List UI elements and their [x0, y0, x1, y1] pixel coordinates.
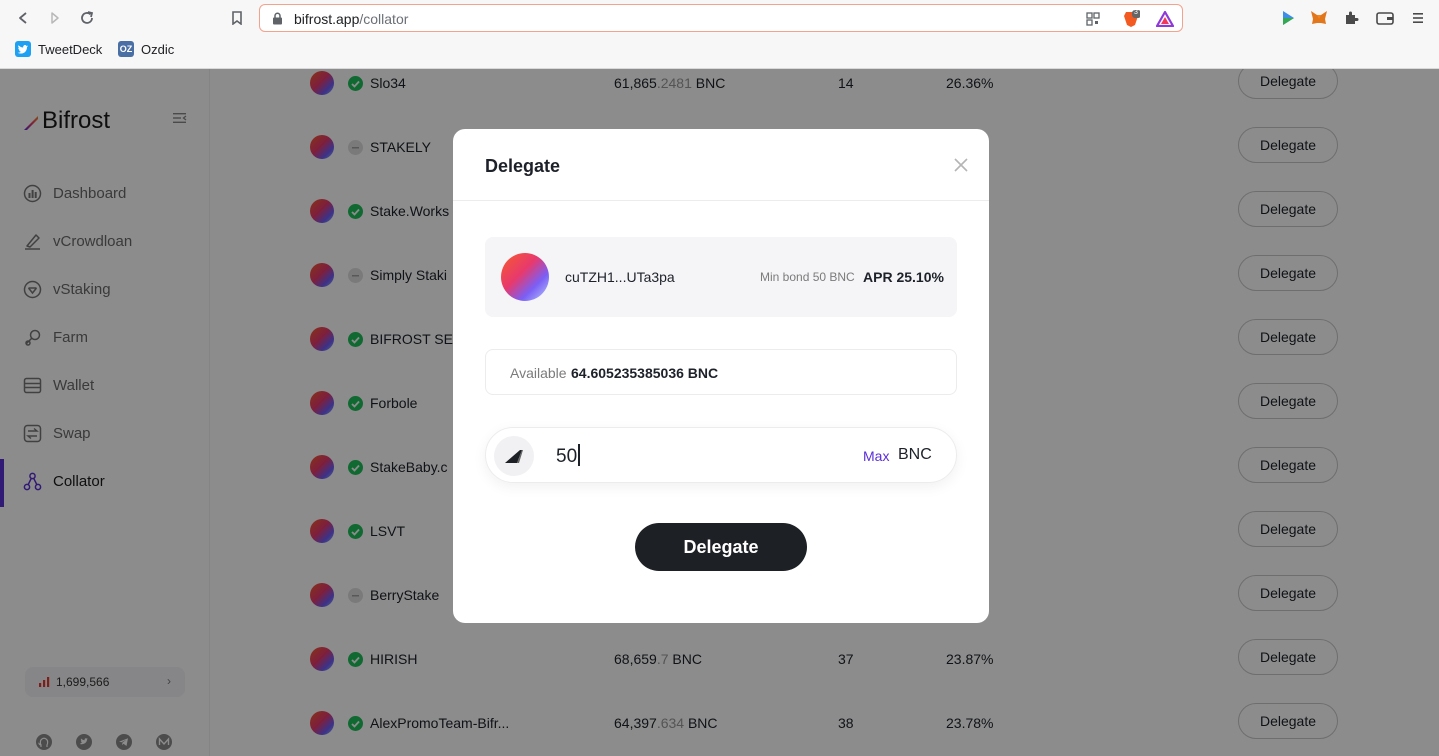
brave-badge-count: 3 — [1134, 9, 1138, 16]
amount-input-field[interactable]: 50 Max BNC — [485, 427, 957, 483]
bookmark-tweetdeck[interactable]: TweetDeck — [15, 41, 102, 57]
url-path: /collator — [359, 11, 409, 27]
modal-title: Delegate — [485, 156, 561, 176]
browser-menu-icon[interactable] — [1408, 8, 1428, 28]
brave-shields-icon[interactable]: 3 — [1122, 9, 1140, 28]
available-balance: Available 64.605235385036 BNC — [485, 349, 957, 395]
max-button[interactable]: Max — [863, 448, 889, 464]
lock-icon — [272, 12, 283, 30]
bookmark-icon[interactable] — [227, 8, 247, 28]
back-icon[interactable] — [13, 8, 33, 28]
url-host: bifrost.app — [294, 11, 360, 27]
twitter-bird-icon — [15, 41, 31, 57]
min-bond: Min bond 50 BNC — [760, 270, 855, 284]
forward-icon[interactable] — [45, 8, 65, 28]
qr-code-icon[interactable] — [1084, 10, 1102, 28]
wallet-extension-icon[interactable] — [1375, 8, 1395, 28]
extension-play-icon[interactable] — [1278, 8, 1298, 28]
amount-input[interactable]: 50 — [556, 444, 580, 468]
bnc-token-icon — [494, 436, 534, 476]
text-caret — [578, 444, 580, 466]
delegate-submit-button[interactable]: Delegate — [635, 523, 807, 571]
collator-address: cuTZH1...UTa3pa — [565, 269, 675, 285]
bookmark-ozdic[interactable]: OZ Ozdic — [118, 41, 174, 57]
ozdic-logo-icon: OZ — [118, 41, 134, 57]
collator-avatar — [501, 253, 549, 301]
amount-value: 50 — [556, 446, 578, 467]
reload-icon[interactable] — [77, 8, 97, 28]
close-icon[interactable] — [952, 156, 970, 174]
bookmark-ozdic-label: Ozdic — [141, 41, 175, 57]
collator-apr: APR 25.10% — [863, 269, 944, 285]
modal-divider — [453, 200, 989, 201]
available-value: 64.605235385036 BNC — [571, 365, 719, 381]
brave-rewards-icon[interactable] — [1156, 10, 1174, 28]
url-text: bifrost.app/collator — [294, 11, 408, 27]
bookmark-tweetdeck-label: TweetDeck — [38, 41, 103, 57]
extensions-puzzle-icon[interactable] — [1341, 8, 1361, 28]
address-bar[interactable]: bifrost.app/collator 3 — [259, 4, 1183, 32]
available-label: Available — [510, 365, 567, 381]
amount-unit: BNC — [898, 446, 932, 463]
delegate-modal: Delegate cuTZH1...UTa3pa Min bond 50 BNC… — [453, 129, 989, 623]
browser-chrome: bifrost.app/collator 3 TweetDeck OZ Ozdi… — [0, 0, 1439, 69]
metamask-fox-icon[interactable] — [1309, 8, 1329, 28]
collator-info-card: cuTZH1...UTa3pa Min bond 50 BNC APR 25.1… — [485, 237, 957, 317]
